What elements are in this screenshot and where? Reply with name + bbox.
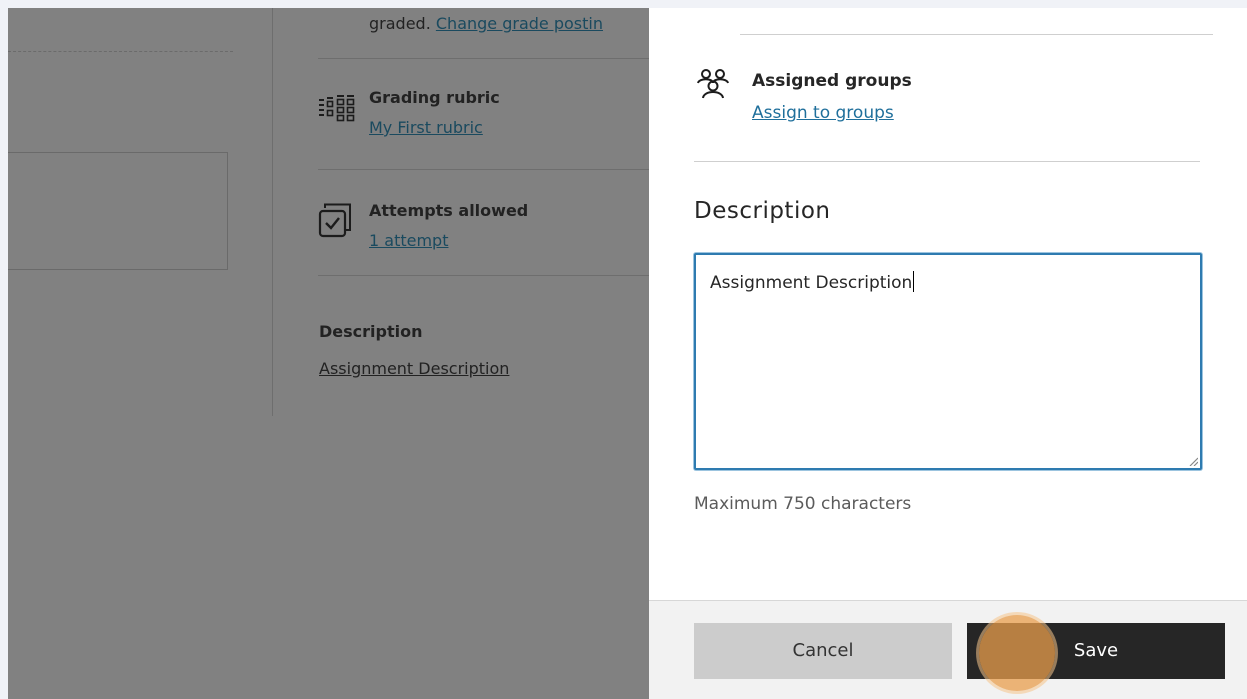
text-caret <box>913 271 915 292</box>
description-textarea-value: Assignment Description <box>710 271 915 293</box>
column-divider <box>272 8 273 416</box>
grade-posting-text: graded. <box>369 14 431 33</box>
description-link[interactable]: Assignment Description <box>319 359 509 378</box>
resize-grip-icon[interactable] <box>1188 456 1198 466</box>
divider <box>694 161 1200 162</box>
description-title: Description <box>319 322 423 341</box>
panel-footer: Cancel Save <box>649 600 1247 699</box>
divider <box>740 34 1213 35</box>
grading-rubric-link[interactable]: My First rubric <box>369 118 483 137</box>
description-heading: Description <box>694 198 831 224</box>
change-grade-posting-link[interactable]: Change grade postin <box>436 14 603 33</box>
attempts-allowed-link[interactable]: 1 attempt <box>369 231 448 250</box>
screen: graded. Change grade postin Grading rubr… <box>8 8 1247 699</box>
assignment-settings-panel: Assigned groups Assign to groups Descrip… <box>649 8 1247 699</box>
divider <box>318 275 649 276</box>
background-page-overlay: graded. Change grade postin Grading rubr… <box>8 8 649 699</box>
dashed-divider <box>8 51 233 52</box>
click-indicator <box>979 615 1055 691</box>
attempts-allowed-title: Attempts allowed <box>369 201 529 220</box>
attempts-checkbox-icon <box>318 203 351 238</box>
groups-icon <box>697 69 729 99</box>
rubric-grid-icon <box>319 95 355 122</box>
cancel-button[interactable]: Cancel <box>694 623 952 679</box>
divider <box>318 169 649 170</box>
assigned-groups-title: Assigned groups <box>752 71 912 91</box>
character-limit-hint: Maximum 750 characters <box>694 494 912 514</box>
assign-to-groups-link[interactable]: Assign to groups <box>752 103 894 123</box>
grading-rubric-title: Grading rubric <box>369 88 500 107</box>
divider <box>318 58 649 59</box>
description-textarea[interactable]: Assignment Description <box>694 253 1202 470</box>
grade-posting-row: graded. Change grade postin <box>369 14 603 33</box>
left-content-box <box>8 152 228 270</box>
